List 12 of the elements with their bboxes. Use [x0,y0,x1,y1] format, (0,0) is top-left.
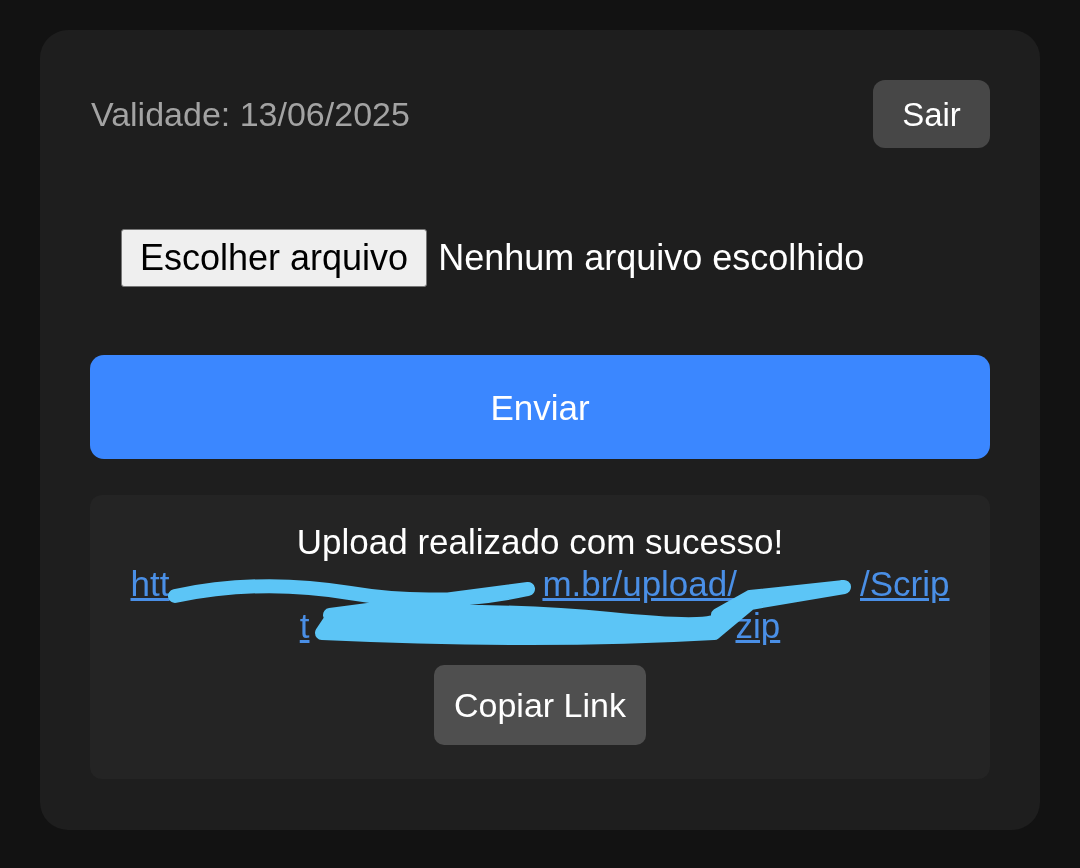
link-text[interactable]: t [299,605,310,647]
choose-file-button[interactable]: Escolher arquivo [121,229,428,287]
validity-date-text: Validade: 13/06/2025 [91,94,410,134]
logout-button[interactable]: Sair [873,80,990,148]
link-text[interactable]: m.br/upload/ [542,563,737,605]
copy-link-button[interactable]: Copiar Link [434,665,646,745]
link-text[interactable]: zip [735,605,781,647]
link-text[interactable]: htt [130,563,170,605]
link-text[interactable]: /Scrip [860,563,950,605]
file-status-text: Nenhum arquivo escolhido [438,236,865,280]
submit-button[interactable]: Enviar [90,355,990,459]
success-message: Upload realizado com sucesso! [296,521,784,563]
